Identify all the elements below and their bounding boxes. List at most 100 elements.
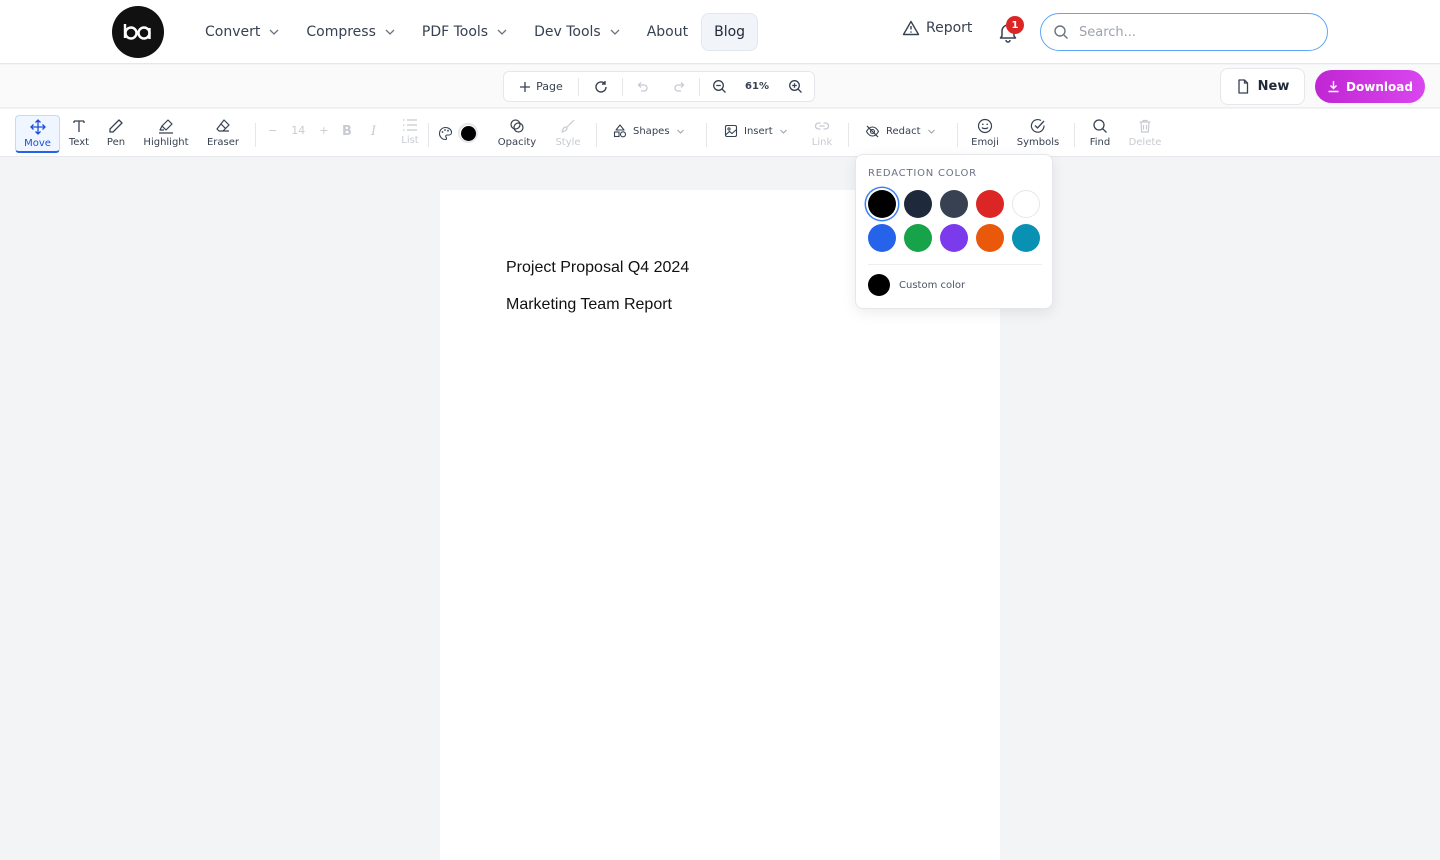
rotate-button[interactable] <box>579 72 622 101</box>
nav-compress[interactable]: Compress <box>293 13 409 51</box>
smiley-icon <box>977 118 993 134</box>
custom-color-option[interactable]: Custom color <box>868 274 965 296</box>
undo-button[interactable] <box>623 72 661 101</box>
search-input[interactable] <box>1079 24 1299 40</box>
chevron-down-icon <box>927 129 935 134</box>
color-swatch-purple[interactable] <box>940 224 968 252</box>
plus-icon <box>520 81 531 92</box>
eraser-icon <box>216 119 230 132</box>
nav-about-label: About <box>646 24 689 40</box>
color-swatch-blue[interactable] <box>868 224 896 252</box>
logo[interactable] <box>112 6 164 58</box>
pen-icon <box>109 119 123 133</box>
divider <box>706 123 707 147</box>
editor-toolbar: Move Text Pen Highlight Eraser − 14 + B … <box>0 109 1440 157</box>
tool-delete[interactable]: Delete <box>1126 115 1164 153</box>
search-box <box>1040 13 1328 51</box>
link-icon <box>814 122 830 130</box>
bold-button[interactable]: B <box>342 124 352 139</box>
redo-icon <box>674 81 685 92</box>
nav-about[interactable]: About <box>634 13 701 51</box>
zoom-in-button[interactable] <box>776 72 814 101</box>
tool-opacity[interactable]: Opacity <box>493 115 541 153</box>
text-icon <box>73 120 85 132</box>
shapes-label: Shapes <box>633 125 670 137</box>
color-swatch-black[interactable] <box>868 190 896 218</box>
tool-opacity-label: Opacity <box>497 137 537 148</box>
highlighter-icon <box>159 119 173 134</box>
color-swatch-teal[interactable] <box>1012 224 1040 252</box>
nav-blog-label: Blog <box>714 24 746 40</box>
nav-pdf-tools[interactable]: PDF Tools <box>409 13 521 51</box>
paintbrush-icon <box>561 119 575 133</box>
tool-text-label: Text <box>68 137 90 148</box>
tool-eraser[interactable]: Eraser <box>203 115 243 153</box>
tool-symbols-label: Symbols <box>1016 137 1060 148</box>
palette-icon[interactable] <box>438 126 453 141</box>
color-swatch-green[interactable] <box>904 224 932 252</box>
tool-find[interactable]: Find <box>1086 115 1114 153</box>
custom-color-label: Custom color <box>899 279 966 291</box>
tool-emoji[interactable]: Emoji <box>968 115 1002 153</box>
color-swatch-slate[interactable] <box>940 190 968 218</box>
tool-link-label: Link <box>811 137 833 148</box>
document-text-line[interactable]: Project Proposal Q4 2024 <box>506 259 689 277</box>
nav-dev-tools[interactable]: Dev Tools <box>521 13 634 51</box>
page-controls: Page 61% <box>503 71 815 102</box>
color-swatch-white[interactable] <box>1012 190 1040 218</box>
add-page-button[interactable]: Page <box>504 72 578 101</box>
shapes-dropdown[interactable]: Shapes <box>613 124 685 138</box>
divider <box>596 123 597 147</box>
chevron-down-icon <box>676 129 684 134</box>
italic-icon: I <box>371 124 377 139</box>
eye-off-icon <box>865 125 880 138</box>
nav-convert[interactable]: Convert <box>192 13 293 51</box>
add-page-label: Page <box>536 80 563 93</box>
color-swatch-orange[interactable] <box>976 224 1004 252</box>
tool-highlight-label: Highlight <box>143 137 189 148</box>
insert-label: Insert <box>744 125 773 137</box>
tool-style[interactable]: Style <box>552 115 584 153</box>
divider <box>957 123 958 147</box>
download-button[interactable]: Download <box>1315 70 1425 103</box>
font-size-decrease-button[interactable]: − <box>268 124 277 137</box>
zoom-out-button[interactable] <box>700 72 738 101</box>
tool-text[interactable]: Text <box>63 115 95 153</box>
zoom-level: 61% <box>745 81 769 92</box>
report-link[interactable]: Report <box>902 20 972 36</box>
document-text-line[interactable]: Marketing Team Report <box>506 296 672 314</box>
tool-list-label: List <box>401 135 419 146</box>
chevron-down-icon <box>269 29 279 35</box>
insert-dropdown[interactable]: Insert <box>724 124 788 138</box>
warning-triangle-icon <box>902 20 920 36</box>
divider <box>255 123 256 147</box>
chevron-down-icon <box>497 29 507 35</box>
tool-move[interactable]: Move <box>15 115 60 153</box>
current-color-swatch[interactable] <box>458 123 478 143</box>
page-controls-bar: Page 61% New Download <box>0 65 1440 108</box>
search-icon <box>1054 25 1068 39</box>
divider <box>868 264 1042 265</box>
tool-move-label: Move <box>24 138 51 149</box>
color-swatch-navy[interactable] <box>904 190 932 218</box>
nav-blog[interactable]: Blog <box>701 13 759 51</box>
new-label: New <box>1257 79 1290 94</box>
main-menu: Convert Compress PDF Tools Dev Tools Abo… <box>192 13 759 51</box>
undo-icon <box>637 81 648 92</box>
tool-symbols[interactable]: Symbols <box>1014 115 1062 153</box>
chevron-down-icon <box>610 29 620 35</box>
nav-convert-label: Convert <box>205 24 261 40</box>
font-size-value[interactable]: 14 <box>291 124 305 137</box>
tool-pen[interactable]: Pen <box>100 115 132 153</box>
redo-button[interactable] <box>661 72 699 101</box>
font-size-increase-button[interactable]: + <box>319 124 328 137</box>
tool-highlight[interactable]: Highlight <box>140 115 192 153</box>
tool-list[interactable]: List <box>396 115 424 153</box>
tool-link[interactable]: Link <box>808 115 836 153</box>
new-document-button[interactable]: New <box>1220 68 1305 105</box>
redact-dropdown[interactable]: Redact <box>865 124 936 139</box>
zoom-out-icon <box>712 80 726 93</box>
color-swatch-red[interactable] <box>976 190 1004 218</box>
image-icon <box>724 124 738 138</box>
italic-button[interactable]: I <box>371 124 376 139</box>
